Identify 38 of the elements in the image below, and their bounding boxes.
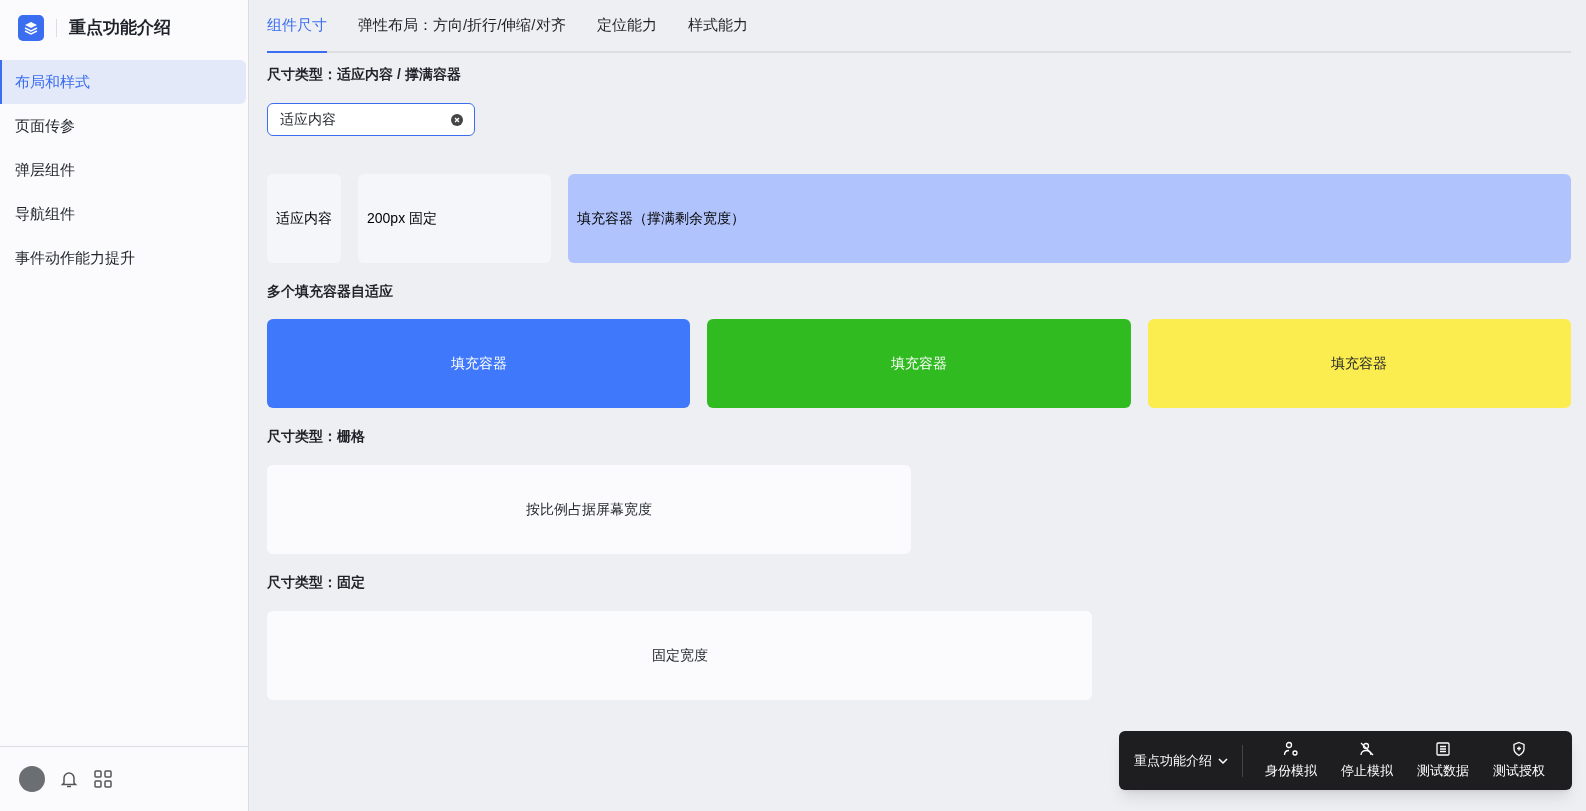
page-dropdown[interactable]: 重点功能介绍 (1134, 744, 1243, 777)
section-title: 尺寸类型：适应内容 / 撑满容器 (267, 64, 462, 84)
bell-icon[interactable] (59, 769, 79, 789)
sidebar-item[interactable]: 事件动作能力提升 (0, 236, 248, 280)
toolbar-button[interactable]: 身份模拟 (1253, 740, 1329, 781)
chevron-down-icon (1218, 757, 1228, 764)
sidebar-item[interactable]: 导航组件 (0, 192, 248, 236)
user-gear-icon (1283, 740, 1299, 757)
grid-icon[interactable] (93, 769, 113, 789)
fill-container-card: 填充容器（撑满剩余宽度） (568, 174, 1571, 263)
section-title: 尺寸类型：栅格 (267, 426, 366, 446)
tab[interactable]: 组件尺寸 (267, 0, 327, 53)
avatar[interactable] (19, 766, 45, 792)
toolbar-button[interactable]: 测试数据 (1405, 740, 1481, 781)
fixed-width-card: 固定宽度 (267, 611, 1092, 700)
size-card: 适应内容 (267, 174, 341, 263)
text-input[interactable]: 适应内容 (267, 103, 475, 136)
section-title: 尺寸类型：固定 (267, 572, 366, 592)
shield-plus-icon (1511, 740, 1527, 757)
fill-container-card: 填充容器 (707, 319, 1131, 408)
grid-card: 按比例占据屏幕宽度 (267, 465, 911, 554)
sidebar-item[interactable]: 页面传参 (0, 104, 248, 148)
sidebar-item[interactable]: 布局和样式 (0, 60, 246, 104)
table-icon (1435, 740, 1451, 757)
tab[interactable]: 样式能力 (687, 0, 748, 51)
fill-container-card: 填充容器 (267, 319, 691, 408)
toolbar-button[interactable]: 停止模拟 (1329, 740, 1405, 781)
app-title: 重点功能介绍 (69, 16, 171, 39)
section-title: 多个填充容器自适应 (267, 281, 394, 301)
user-off-icon (1359, 740, 1375, 757)
tab[interactable]: 弹性布局：方向/折行/伸缩/对齐 (358, 0, 566, 51)
layers-logo-icon (18, 14, 44, 41)
toolbar-button[interactable]: 测试授权 (1481, 740, 1557, 781)
size-card: 200px 固定 (358, 174, 551, 263)
tab[interactable]: 定位能力 (596, 0, 657, 51)
fill-container-card: 填充容器 (1147, 319, 1571, 408)
sidebar-item[interactable]: 弹层组件 (0, 148, 248, 192)
clear-icon[interactable] (451, 114, 463, 126)
